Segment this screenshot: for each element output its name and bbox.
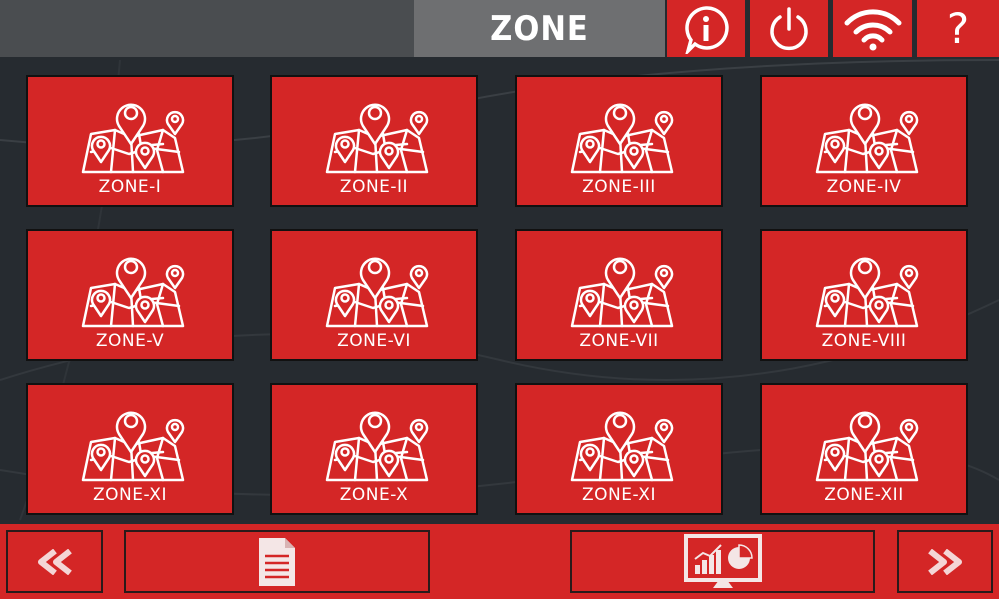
zone-tile-6[interactable]: ZONE-VI — [270, 229, 478, 361]
help-icon: ? — [946, 3, 970, 53]
zone-tile-11[interactable]: ZONE-XI — [515, 383, 723, 515]
document-icon — [259, 537, 295, 586]
bottom-bar — [0, 524, 999, 599]
double-chevron-right-icon — [928, 548, 962, 575]
wifi-button[interactable] — [833, 0, 912, 57]
power-button[interactable] — [750, 0, 828, 57]
wifi-icon — [844, 8, 901, 50]
zone-tile-10[interactable]: ZONE-X — [270, 383, 478, 515]
zone-tile-9[interactable]: ZONE-XI — [26, 383, 234, 515]
zone-label: ZONE-XI — [93, 485, 167, 505]
map-pins-icon — [805, 400, 925, 485]
next-button[interactable] — [897, 530, 993, 593]
zone-tile-12[interactable]: ZONE-XII — [760, 383, 968, 515]
zone-tile-3[interactable]: ZONE-III — [515, 75, 723, 207]
zone-label: ZONE-VIII — [821, 331, 907, 351]
double-chevron-left-icon — [37, 548, 72, 575]
zone-label: ZONE-XI — [582, 485, 656, 505]
map-pins-icon — [315, 400, 435, 485]
zone-label: ZONE-III — [582, 177, 656, 197]
previous-button[interactable] — [6, 530, 103, 593]
top-bar: ZONE ? — [0, 0, 999, 57]
zone-label: ZONE-XII — [824, 485, 904, 505]
report-button[interactable] — [124, 530, 430, 593]
top-bar-left-panel — [0, 0, 414, 57]
map-pins-icon — [71, 92, 191, 177]
zone-label: ZONE-X — [339, 485, 409, 505]
map-pins-icon — [805, 92, 925, 177]
map-pins-icon — [560, 246, 680, 331]
power-icon — [770, 6, 808, 50]
map-pins-icon — [315, 92, 435, 177]
dashboard-button[interactable] — [570, 530, 875, 593]
zone-label: ZONE-IV — [826, 177, 902, 197]
zone-tile-1[interactable]: ZONE-I — [26, 75, 234, 207]
zone-label: ZONE-VII — [579, 331, 659, 351]
zone-tile-7[interactable]: ZONE-VII — [515, 229, 723, 361]
info-button[interactable] — [667, 0, 745, 57]
map-pins-icon — [71, 400, 191, 485]
zone-tile-4[interactable]: ZONE-IV — [760, 75, 968, 207]
zone-tile-5[interactable]: ZONE-V — [26, 229, 234, 361]
map-pins-icon — [315, 246, 435, 331]
map-pins-icon — [560, 400, 680, 485]
zone-tile-8[interactable]: ZONE-VIII — [760, 229, 968, 361]
zone-label: ZONE-I — [98, 177, 162, 197]
zone-tile-2[interactable]: ZONE-II — [270, 75, 478, 207]
help-button[interactable]: ? — [917, 0, 999, 57]
chart-monitor-icon — [683, 533, 762, 588]
info-icon — [685, 5, 729, 54]
zone-label: ZONE-II — [339, 177, 409, 197]
map-pins-icon — [71, 246, 191, 331]
map-pins-icon — [560, 92, 680, 177]
map-pins-icon — [805, 246, 925, 331]
page-title: ZONE — [414, 0, 665, 57]
zone-label: ZONE-V — [95, 331, 165, 351]
zone-label: ZONE-VI — [337, 331, 411, 351]
